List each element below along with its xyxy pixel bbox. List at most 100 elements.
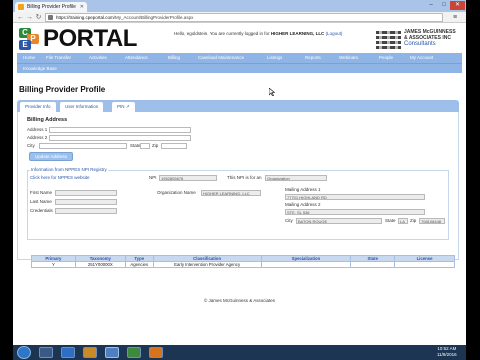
nav-home[interactable]: Home — [23, 53, 35, 63]
cpe-logo: C P E — [19, 28, 45, 50]
screen: Billing Provider Profile ✕ – □ ✕ ← → ↻ h… — [0, 0, 480, 360]
nav-billing[interactable]: Billing — [168, 53, 180, 63]
cell-specialization — [260, 261, 352, 268]
jm-logo-text: JAMES McGUINNESS & ASSOCIATES INC Consul… — [404, 29, 456, 47]
back-icon[interactable]: ← — [16, 13, 25, 22]
taskbar: 10:52 AM 11/9/2016 — [13, 345, 466, 360]
main-nav: Home File Transfer Activities Attendance… — [17, 53, 462, 63]
forward-icon[interactable]: → — [25, 13, 34, 22]
update-address-button[interactable]: Update Address — [29, 152, 73, 161]
taskbar-ie-icon[interactable] — [61, 347, 75, 358]
npi-label: NPI — [149, 175, 157, 180]
nppes-fieldset — [27, 170, 449, 240]
cell-classification: Early Intervention Provider Agency — [152, 261, 262, 268]
taxonomy-table: Primary Taxonomy Type Classification Spe… — [31, 255, 455, 268]
browser-toolbar: ← → ↻ https://training.cpeportal.com/My_… — [13, 12, 466, 23]
nppes-website-link[interactable]: Click here for NPPES website — [30, 175, 90, 180]
mouse-cursor-icon — [269, 88, 275, 96]
browser-tab-title: Billing Provider Profile — [27, 4, 76, 10]
last-name-field — [55, 199, 117, 205]
state-input[interactable] — [140, 143, 150, 149]
nav-listings[interactable]: Listings — [267, 53, 282, 63]
nppes-state-field: LA — [398, 218, 408, 224]
taskbar-chrome-icon[interactable] — [105, 347, 119, 358]
cell-state — [350, 261, 396, 268]
clock-date: 11/9/2016 — [437, 352, 457, 357]
maximize-button[interactable]: □ — [438, 1, 450, 10]
address-host: https://training.cpeportal.com — [56, 15, 114, 20]
zip-input[interactable] — [161, 143, 187, 149]
credentials-field — [55, 208, 117, 214]
address-path: /My_Account/BillingProviderProfile.aspx — [113, 15, 194, 20]
cell-type: Agencies — [124, 261, 154, 268]
table-row: Y 251Y00000X Agencies Early Intervention… — [31, 261, 455, 268]
logout-link[interactable]: (Logout) — [324, 31, 343, 36]
nav-knowledge-base[interactable]: Knowledge Base — [23, 64, 57, 74]
first-name-field — [55, 190, 117, 196]
tab-close-icon[interactable]: ✕ — [80, 2, 84, 12]
nav-attendance[interactable]: Attendance — [125, 53, 148, 63]
city-label: City — [27, 143, 35, 148]
nav-webinars[interactable]: Webinars — [339, 53, 358, 63]
start-button-icon[interactable] — [17, 346, 31, 359]
profile-tabs: Provider Info User Information PIN ↗ — [17, 100, 459, 112]
browser-tab[interactable]: Billing Provider Profile ✕ — [15, 2, 87, 12]
address1-input[interactable] — [49, 127, 191, 133]
address-bar[interactable]: https://training.cpeportal.com/My_Accoun… — [45, 13, 443, 22]
jm-logo: JAMES McGUINNESS & ASSOCIATES INC Consul… — [375, 28, 460, 52]
jm-logo-icon — [376, 29, 401, 51]
city-input[interactable] — [39, 143, 127, 149]
mailing2-field: STE. SL 536 — [285, 209, 425, 215]
nav-people[interactable]: People — [379, 53, 393, 63]
nav-my-account[interactable]: My Account — [410, 53, 433, 63]
billing-address-title: Billing Address — [27, 117, 68, 123]
taskbar-explorer-icon[interactable] — [39, 347, 53, 358]
nav-activities[interactable]: Activities — [89, 53, 107, 63]
tab-pin[interactable]: PIN ↗ — [112, 102, 135, 112]
nav-caseload-maintenance[interactable]: Caseload Maintenance — [198, 53, 244, 63]
zip-label: Zip — [152, 143, 159, 148]
last-name-label: Last Name — [30, 199, 52, 204]
greeting: Hello, egoldstein. You are currently log… — [174, 31, 342, 36]
nav-file-transfer[interactable]: File Transfer — [46, 53, 71, 63]
tab-user-information[interactable]: User Information — [60, 102, 104, 112]
jm-line3: Consultants — [404, 41, 436, 47]
mailing2-label: Mailing Address 2 — [285, 202, 321, 207]
minimize-button[interactable]: – — [425, 1, 437, 10]
taskbar-folder-icon[interactable] — [83, 347, 97, 358]
nppes-zip-label: Zip — [410, 218, 417, 223]
browser-menu-icon[interactable]: ≡ — [449, 13, 461, 22]
nppes-zip-field: 708108448 — [419, 218, 445, 224]
taskbar-vlc-icon[interactable] — [149, 347, 163, 358]
nppes-state-label: State — [385, 218, 396, 223]
org-name: HIGHER LEARNING, LLC — [270, 31, 325, 36]
address2-input[interactable] — [49, 135, 191, 141]
npi-field: 1952805678 — [159, 175, 217, 181]
tab-provider-info[interactable]: Provider Info — [20, 102, 56, 112]
portal-logo-text: PORTAL — [43, 25, 137, 52]
page-title: Billing Provider Profile — [19, 85, 106, 94]
taskbar-app-icon[interactable] — [127, 347, 141, 358]
favicon-icon — [18, 4, 24, 10]
cell-license — [394, 261, 455, 268]
nppes-legend: Information from NPPES NPI Registry — [30, 167, 108, 172]
state-label: State — [130, 143, 141, 148]
close-window-button[interactable]: ✕ — [450, 1, 465, 10]
org-name-label: Organization Name — [157, 190, 196, 195]
nav-reports[interactable]: Reports — [305, 53, 321, 63]
lock-icon — [48, 15, 53, 20]
credentials-label: Credentials — [30, 208, 53, 213]
taskbar-clock[interactable]: 10:52 AM 11/9/2016 — [437, 346, 457, 358]
cell-primary: Y — [31, 261, 76, 268]
page-footer: © James McGuinness & Associates — [203, 298, 276, 303]
npi-for-field: Organization — [265, 175, 327, 181]
mailing1-label: Mailing Address 1 — [285, 187, 321, 192]
nppes-city-label: City — [285, 218, 293, 223]
main-nav-row2: Knowledge Base — [17, 63, 462, 73]
nppes-city-field: BATON ROUGE — [296, 218, 382, 224]
page: C P E PORTAL Hello, egoldstein. You are … — [13, 23, 466, 345]
greeting-text: Hello, egoldstein. You are currently log… — [174, 31, 271, 36]
reload-icon[interactable]: ↻ — [34, 13, 43, 22]
first-name-label: First Name — [30, 190, 53, 195]
npi-for-label: This NPI is for an — [227, 175, 262, 180]
